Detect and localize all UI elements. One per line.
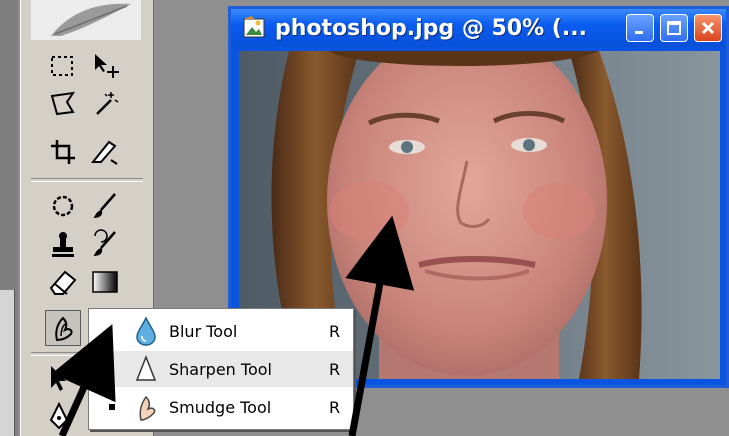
- clone-stamp-icon[interactable]: [45, 226, 81, 262]
- gradient-icon[interactable]: [87, 264, 123, 300]
- maximize-icon: [667, 21, 681, 35]
- document-title: photoshop.jpg @ 50% (...: [275, 15, 587, 41]
- feather-logo: [31, 0, 141, 40]
- menu-item-shortcut: R: [329, 321, 341, 341]
- close-button[interactable]: [694, 14, 722, 42]
- move-icon[interactable]: [87, 48, 123, 84]
- menu-item-blur-tool[interactable]: Blur Tool R: [89, 313, 353, 349]
- selected-bullet-icon: [109, 404, 115, 410]
- maximize-button[interactable]: [660, 14, 688, 42]
- menu-item-shortcut: R: [329, 397, 341, 417]
- crop-icon[interactable]: [45, 134, 81, 170]
- menu-item-sharpen-tool[interactable]: Sharpen Tool R: [89, 351, 353, 387]
- brush-icon[interactable]: [87, 188, 123, 224]
- arrow-icon[interactable]: [41, 360, 77, 396]
- panel-edge: [0, 290, 15, 436]
- menu-item-label: Sharpen Tool: [169, 359, 272, 379]
- minimize-icon: [635, 31, 643, 34]
- document-icon: [243, 16, 265, 38]
- toolbox-divider: [31, 178, 143, 182]
- menu-item-label: Blur Tool: [169, 321, 238, 341]
- smudge-finger-icon: [139, 395, 156, 421]
- menu-item-smudge-tool[interactable]: Smudge Tool R: [89, 389, 353, 425]
- history-brush-icon[interactable]: [87, 226, 123, 262]
- close-icon: [701, 21, 715, 35]
- magic-wand-icon[interactable]: [87, 86, 123, 122]
- menu-item-label: Smudge Tool: [169, 397, 272, 417]
- eraser-icon[interactable]: [45, 264, 81, 300]
- healing-brush-icon[interactable]: [45, 188, 81, 224]
- pen-icon[interactable]: [41, 398, 77, 434]
- sharpen-cone-icon: [135, 354, 157, 381]
- blur-drop-icon: [136, 316, 156, 346]
- marquee-icon[interactable]: [45, 48, 81, 84]
- title-bar[interactable]: photoshop.jpg @ 50% (...: [231, 9, 726, 47]
- tool-flyout-menu: Blur Tool R Sharpen Tool R Smudge Tool R: [88, 308, 354, 430]
- smudge-icon[interactable]: [45, 310, 81, 346]
- menu-item-shortcut: R: [329, 359, 341, 379]
- lasso-icon[interactable]: [45, 86, 81, 122]
- slice-icon[interactable]: [87, 134, 123, 170]
- minimize-button[interactable]: [626, 14, 654, 42]
